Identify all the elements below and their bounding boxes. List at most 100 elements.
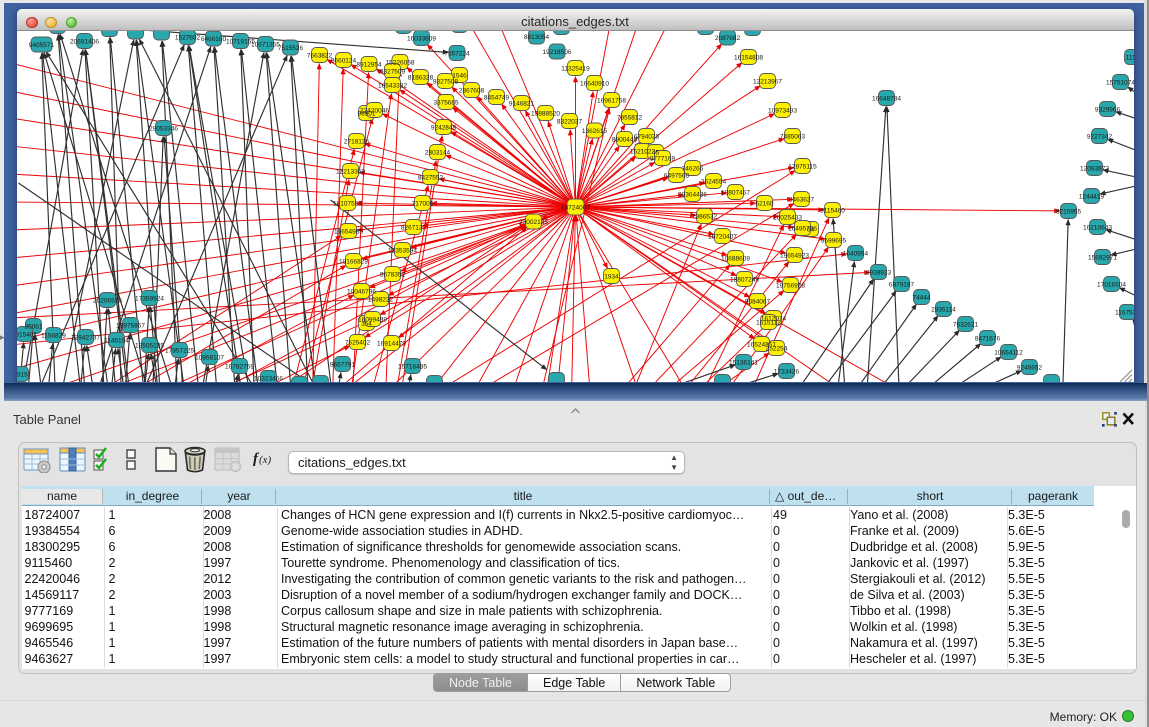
svg-text:8813054: 8813054 [523, 34, 549, 41]
svg-text:10323466: 10323466 [254, 375, 283, 382]
svg-text:29053346: 29053346 [149, 125, 178, 132]
svg-text:6794028: 6794028 [633, 133, 659, 140]
svg-text:15226058: 15226058 [385, 59, 414, 66]
svg-text:16210643: 16210643 [1083, 224, 1112, 231]
svg-text:10973493: 10973493 [768, 107, 797, 114]
svg-text:15136141: 15136141 [729, 359, 758, 366]
svg-text:20364436: 20364436 [678, 191, 707, 198]
svg-text:16495756: 16495756 [788, 225, 817, 232]
svg-text:19756928: 19756928 [776, 282, 805, 289]
svg-text:19166829: 19166829 [339, 258, 368, 265]
svg-text:20691406: 20691406 [70, 38, 99, 45]
svg-text:3915401: 3915401 [17, 331, 38, 338]
svg-text:12353594: 12353594 [388, 247, 417, 254]
svg-text:1244419: 1244419 [1078, 193, 1104, 200]
svg-text:2803144: 2803144 [424, 149, 450, 156]
svg-text:7955812: 7955812 [616, 114, 642, 121]
svg-text:8938923: 8938923 [865, 269, 891, 276]
svg-text:9463627: 9463627 [788, 196, 814, 203]
svg-text:9329966: 9329966 [1094, 106, 1120, 113]
svg-text:7663822: 7663822 [306, 52, 332, 59]
svg-text:15716485: 15716485 [398, 363, 427, 370]
svg-text:1934: 1934 [604, 273, 619, 280]
svg-text:8912954: 8912954 [356, 61, 382, 68]
svg-text:12213369: 12213369 [336, 168, 365, 175]
svg-text:6497568: 6497568 [663, 172, 689, 179]
svg-text:9245652: 9245652 [1016, 364, 1042, 371]
svg-text:2935114: 2935114 [931, 306, 956, 313]
svg-text:6466160: 6466160 [200, 36, 226, 43]
svg-text:10688609: 10688609 [721, 255, 750, 262]
svg-text:9115460: 9115460 [820, 207, 845, 214]
svg-text:717006: 717006 [411, 200, 433, 207]
svg-text:9227342: 9227342 [1086, 133, 1112, 140]
svg-text:16154808: 16154808 [734, 54, 763, 61]
svg-text:15751074: 15751074 [1106, 79, 1134, 86]
svg-text:12213967: 12213967 [753, 78, 782, 85]
svg-text:2718126: 2718126 [343, 138, 369, 145]
svg-text:19654985: 19654985 [334, 228, 363, 235]
svg-text:15888520: 15888520 [531, 110, 560, 117]
svg-text:1145194: 1145194 [104, 337, 129, 344]
svg-text:16782759: 16782759 [225, 363, 254, 370]
svg-text:9405571: 9405571 [28, 42, 54, 49]
svg-text:8454749: 8454749 [483, 94, 509, 101]
svg-text:1640954: 1640954 [842, 250, 868, 257]
svg-text:8471676: 8471676 [974, 335, 1000, 342]
svg-text:9777169: 9777169 [649, 155, 675, 162]
svg-text:9146821: 9146821 [508, 100, 534, 107]
svg-text:1117: 1117 [1125, 54, 1133, 61]
svg-text:9657791: 9657791 [329, 361, 355, 368]
svg-text:7386532: 7386532 [691, 213, 717, 220]
svg-text:9699695: 9699695 [820, 237, 846, 244]
svg-text:18724007: 18724007 [561, 204, 590, 211]
svg-text:6879197: 6879197 [888, 281, 914, 288]
svg-text:74444: 74444 [912, 294, 930, 301]
svg-text:10654112: 10654112 [994, 349, 1023, 356]
svg-text:16961758: 16961758 [597, 97, 626, 104]
svg-text:10046796: 10046796 [347, 288, 376, 295]
svg-text:1498222: 1498222 [367, 296, 393, 303]
svg-text:20206576: 20206576 [93, 297, 122, 304]
svg-text:15720407: 15720407 [708, 233, 737, 240]
svg-text:1167534: 1167534 [1115, 309, 1134, 316]
svg-text:18807249: 18807249 [730, 276, 759, 283]
svg-text:9327509: 9327509 [379, 68, 405, 75]
svg-text:746266: 746266 [681, 165, 703, 172]
svg-text:1615112: 1615112 [756, 319, 781, 326]
svg-text:16543382: 16543382 [378, 82, 407, 89]
svg-text:3915: 3915 [17, 371, 28, 378]
svg-text:2087682: 2087682 [714, 35, 740, 42]
svg-text:15692971: 15692971 [1088, 254, 1117, 261]
svg-text:22420046: 22420046 [360, 107, 389, 114]
svg-text:16099489: 16099489 [358, 316, 387, 323]
svg-text:3624554: 3624554 [700, 178, 726, 185]
svg-text:8267130: 8267130 [400, 224, 426, 231]
svg-text:10025433: 10025433 [773, 214, 802, 221]
svg-text:17957225: 17957225 [165, 347, 194, 354]
svg-text:8186328: 8186328 [407, 74, 433, 81]
svg-text:7515526: 7515526 [277, 45, 303, 52]
svg-text:16033809: 16033809 [407, 35, 436, 42]
svg-text:10671355: 10671355 [251, 41, 280, 48]
svg-text:19975867: 19975867 [116, 322, 145, 329]
svg-text:1362615: 1362615 [581, 128, 607, 135]
svg-text:12975115: 12975115 [788, 163, 817, 170]
svg-text:19218506: 19218506 [542, 49, 571, 56]
svg-text:2867608: 2867608 [458, 87, 484, 94]
svg-text:12942737: 12942737 [71, 334, 100, 341]
svg-text:16648784: 16648784 [872, 95, 901, 102]
svg-text:8215955: 8215955 [1055, 208, 1081, 215]
svg-text:8322037: 8322037 [556, 118, 582, 125]
svg-text:3375685: 3375685 [433, 99, 459, 106]
svg-text:9084067: 9084067 [744, 298, 770, 305]
svg-text:12505135: 12505135 [135, 342, 164, 349]
svg-text:9327508: 9327508 [432, 78, 458, 85]
svg-text:62160: 62160 [755, 200, 773, 207]
svg-text:7625402: 7625402 [344, 339, 370, 346]
svg-text:16914479: 16914479 [377, 340, 406, 347]
svg-text:8427552: 8427552 [417, 174, 443, 181]
svg-text:8678352: 8678352 [379, 271, 405, 278]
svg-text:9242848: 9242848 [430, 124, 456, 131]
svg-text:1527602: 1527602 [174, 34, 200, 41]
